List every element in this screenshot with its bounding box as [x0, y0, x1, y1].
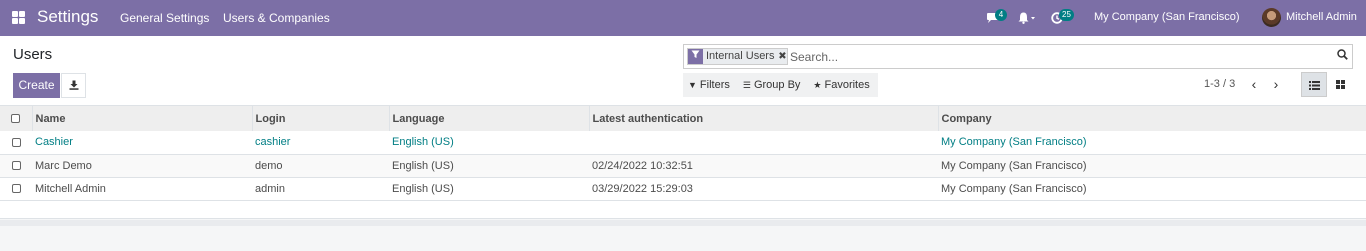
filter-icon	[688, 49, 703, 64]
kanban-view-button[interactable]	[1327, 72, 1353, 97]
row-select-cell[interactable]	[0, 154, 32, 177]
list-view: Name Login Language Latest authenticatio…	[0, 106, 1366, 219]
chevron-left-icon[interactable]: ‹	[1248, 76, 1260, 92]
messages-badge: 4	[995, 9, 1007, 21]
search-icon[interactable]	[1337, 49, 1348, 63]
menu-general-settings[interactable]: General Settings	[120, 11, 209, 25]
cell-latest-auth[interactable]: 03/29/2022 15:29:03	[589, 177, 938, 200]
bars-icon: ☰	[742, 79, 751, 90]
bell-icon[interactable]	[1018, 12, 1036, 27]
column-header-name[interactable]: Name	[31, 106, 252, 131]
user-menu[interactable]: Mitchell Admin	[1286, 11, 1357, 23]
apps-menu-icon[interactable]	[12, 11, 25, 24]
table-row[interactable]: Cashier cashier English (US) My Company …	[0, 131, 1366, 154]
pager-value[interactable]: 1-3 / 3	[1204, 78, 1235, 90]
cell-login[interactable]: cashier	[252, 131, 389, 154]
cell-name[interactable]: Marc Demo	[32, 154, 252, 177]
download-icon	[69, 80, 78, 90]
column-header-login[interactable]: Login	[251, 106, 389, 131]
row-checkbox[interactable]	[11, 161, 21, 171]
search-input[interactable]	[790, 47, 1330, 66]
star-icon: ★	[813, 79, 822, 90]
facet-value: Internal Users	[703, 49, 778, 64]
group-by-button[interactable]: ☰ Group By	[743, 79, 801, 91]
row-checkbox[interactable]	[11, 137, 21, 147]
filter-icon: ▼	[688, 80, 697, 90]
select-all-cell[interactable]	[0, 106, 32, 131]
column-header-language[interactable]: Language	[388, 106, 589, 131]
column-header-latest-authentication[interactable]: Latest authentication	[588, 106, 938, 131]
page-title[interactable]: Users	[13, 46, 52, 63]
kanban-view-icon	[1335, 80, 1345, 90]
column-header-company[interactable]: Company	[937, 106, 1366, 131]
cell-company[interactable]: My Company (San Francisco)	[938, 131, 1366, 154]
list-view-button[interactable]	[1301, 72, 1327, 97]
create-button[interactable]: Create	[13, 73, 60, 98]
cell-login[interactable]: admin	[252, 177, 389, 200]
chevron-right-icon[interactable]: ›	[1270, 76, 1282, 92]
cell-language[interactable]: English (US)	[389, 177, 589, 200]
group-by-label: Group By	[753, 79, 801, 91]
control-panel: Users Create Internal Users ✖ ▼Filters ☰…	[0, 36, 1366, 106]
cell-latest-auth[interactable]: 02/24/2022 10:32:51	[589, 154, 938, 177]
filters-button[interactable]: ▼ Filters	[688, 79, 730, 91]
select-all-checkbox[interactable]	[11, 114, 21, 124]
cell-name[interactable]: Mitchell Admin	[32, 177, 252, 200]
cell-language[interactable]: English (US)	[389, 154, 589, 177]
filters-label: Filters	[699, 79, 730, 91]
row-select-cell[interactable]	[0, 131, 32, 154]
row-checkbox[interactable]	[11, 184, 21, 194]
cell-company[interactable]: My Company (San Francisco)	[938, 154, 1366, 177]
search-facet[interactable]: Internal Users ✖	[687, 48, 789, 65]
activities-badge: 25	[1059, 9, 1074, 21]
users-table: Name Login Language Latest authenticatio…	[0, 106, 1366, 201]
cell-login[interactable]: demo	[252, 154, 389, 177]
cell-language[interactable]: English (US)	[389, 131, 589, 154]
avatar[interactable]	[1262, 8, 1281, 27]
app-title[interactable]: Settings	[37, 7, 98, 27]
facet-remove-icon[interactable]: ✖	[777, 49, 788, 64]
download-button[interactable]	[61, 73, 86, 98]
cell-name[interactable]: Cashier	[32, 131, 252, 154]
search-panel-options: ▼ Filters ☰ Group By ★ Favorites	[683, 73, 878, 97]
cell-latest-auth[interactable]	[589, 131, 938, 154]
table-row[interactable]: Marc Demo demo English (US) 02/24/2022 1…	[0, 154, 1366, 177]
table-header-row: Name Login Language Latest authenticatio…	[0, 106, 1366, 131]
favorites-label: Favorites	[824, 79, 870, 91]
cell-company[interactable]: My Company (San Francisco)	[938, 177, 1366, 200]
table-row[interactable]: Mitchell Admin admin English (US) 03/29/…	[0, 177, 1366, 200]
list-view-icon	[1308, 81, 1320, 91]
favorites-button[interactable]: ★ Favorites	[813, 79, 869, 91]
main-navbar: Settings General Settings Users & Compan…	[0, 0, 1366, 36]
row-select-cell[interactable]	[0, 177, 32, 200]
list-footer	[0, 220, 1366, 226]
search-box: Internal Users ✖	[683, 44, 1353, 69]
menu-users-companies[interactable]: Users & Companies	[223, 11, 330, 25]
company-switcher[interactable]: My Company (San Francisco)	[1094, 11, 1240, 23]
